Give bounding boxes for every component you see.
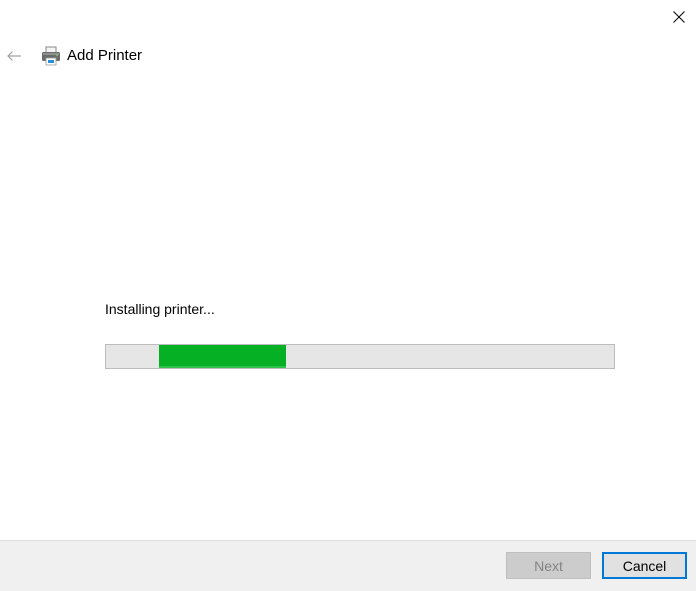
wizard-header: Add Printer: [0, 42, 300, 70]
back-arrow-icon: [7, 51, 21, 61]
next-button[interactable]: Next: [506, 552, 591, 579]
page-title: Add Printer: [67, 47, 143, 64]
close-button[interactable]: [662, 0, 696, 34]
close-icon: [673, 11, 685, 23]
cancel-button[interactable]: Cancel: [602, 552, 687, 579]
printer-icon: [42, 46, 60, 66]
progress-fill: [158, 345, 286, 368]
wizard-footer: Next Cancel: [0, 540, 696, 591]
back-button[interactable]: [4, 46, 24, 66]
status-text: Installing printer...: [105, 301, 215, 317]
progress-bar: [105, 344, 615, 369]
